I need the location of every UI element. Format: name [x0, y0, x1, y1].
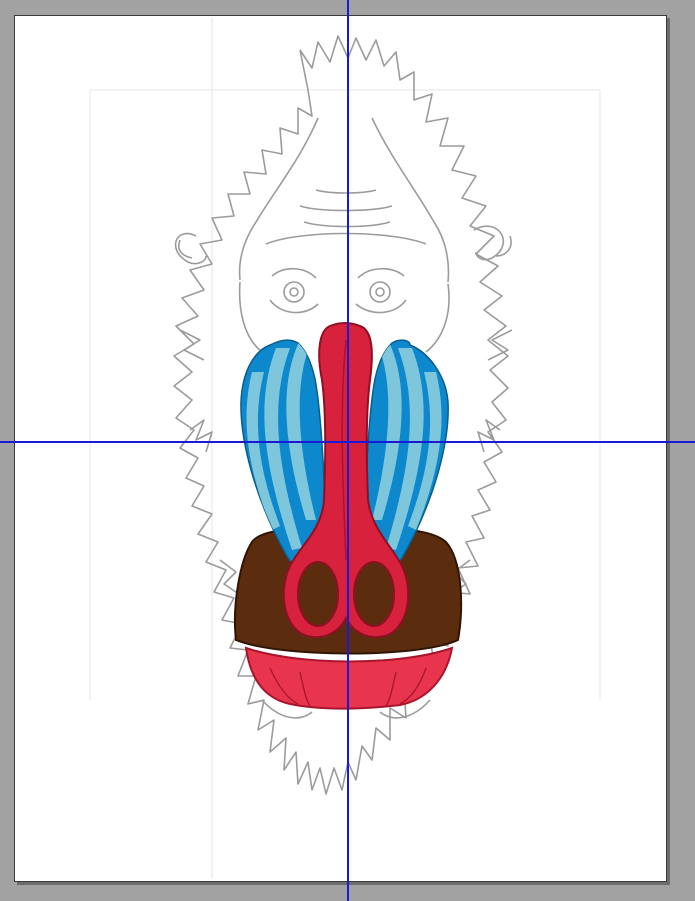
vertical-guide[interactable] [347, 0, 349, 901]
horizontal-guide[interactable] [0, 441, 695, 443]
left-cheek [240, 339, 325, 566]
